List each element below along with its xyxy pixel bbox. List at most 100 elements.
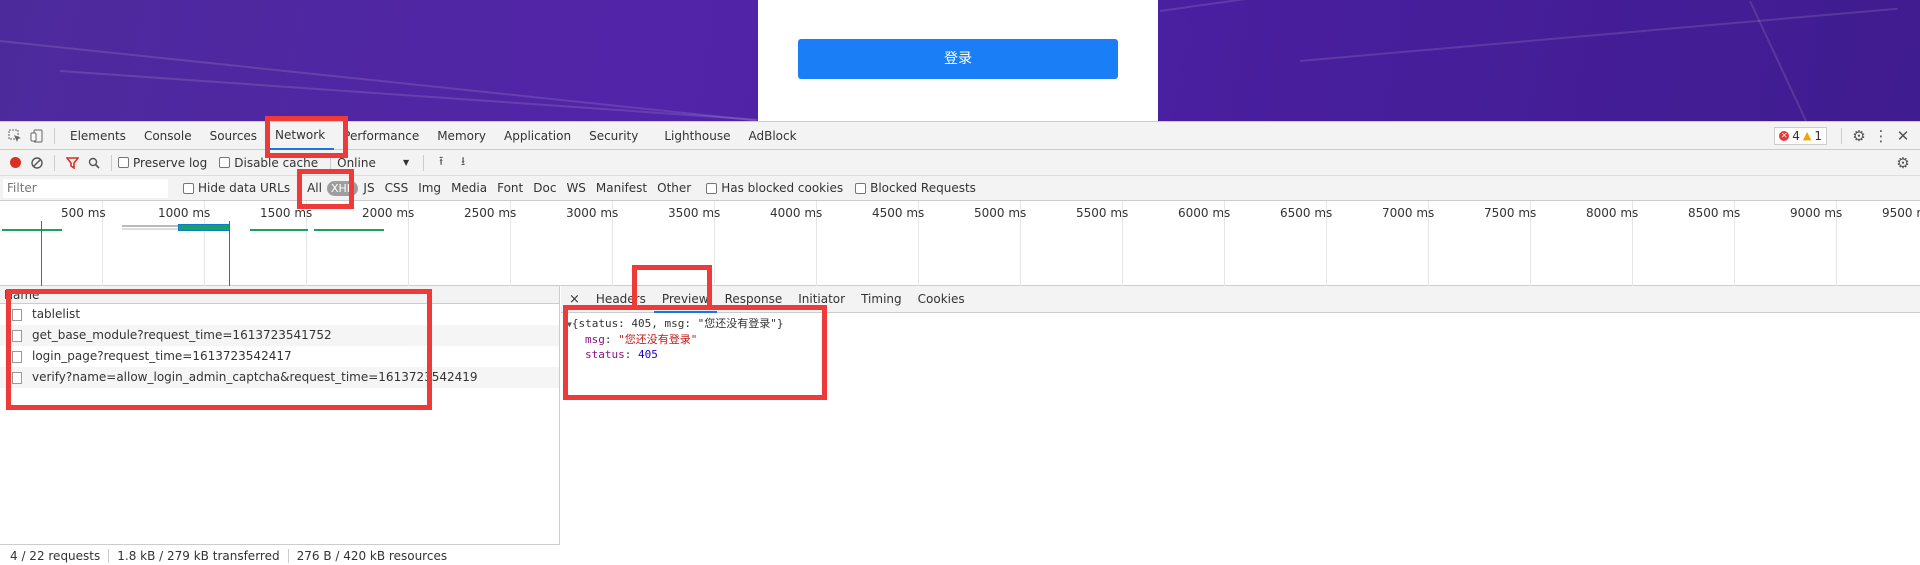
tab-response[interactable]: Response (717, 286, 791, 313)
toolbar-divider (54, 154, 55, 171)
timeline-tick-label: 4000 ms (770, 206, 823, 220)
blocked-requests-label: Blocked Requests (870, 181, 976, 195)
tab-security[interactable]: Security (580, 122, 647, 150)
settings-gear-icon[interactable]: ⚙ (1848, 125, 1870, 147)
filter-type-css[interactable]: CSS (380, 181, 414, 195)
status-divider (108, 548, 110, 563)
json-preview: ▼{status: 405, msg: "您还没有登录"} msg: "您还没有… (561, 313, 1920, 365)
filter-type-doc[interactable]: Doc (528, 181, 561, 195)
tab-elements[interactable]: Elements (61, 122, 135, 150)
filter-type-all[interactable]: All (302, 181, 327, 195)
throttling-value: Online (337, 155, 376, 170)
timeline-request-bar (314, 229, 384, 231)
network-status-bar: 4 / 22 requests 1.8 kB / 279 kB transfer… (0, 544, 560, 565)
request-name: get_base_module?request_time=16137235417… (32, 328, 332, 342)
blocked-requests-checkbox[interactable]: Blocked Requests (855, 181, 976, 195)
throttling-select[interactable]: Online ▼ (337, 156, 409, 170)
filter-type-ws[interactable]: WS (561, 181, 590, 195)
close-devtools-icon[interactable]: ✕ (1892, 125, 1914, 147)
timeline-tick-label: 4500 ms (872, 206, 925, 220)
record-icon[interactable] (4, 152, 26, 174)
network-filter-bar: Hide data URLs All XHR JS CSS Img Media … (0, 176, 1920, 201)
network-timeline-overview[interactable]: 500 ms 1000 ms 1500 ms 2000 ms 2500 ms 3… (0, 201, 1920, 286)
disable-cache-checkbox[interactable]: Disable cache (219, 156, 318, 170)
tab-application[interactable]: Application (495, 122, 580, 150)
has-blocked-cookies-checkbox[interactable]: Has blocked cookies (706, 181, 843, 195)
tab-headers[interactable]: Headers (588, 286, 654, 313)
tab-console[interactable]: Console (135, 122, 201, 150)
more-options-icon[interactable]: ⋮ (1870, 125, 1892, 147)
request-row[interactable]: tablelist (0, 304, 559, 325)
file-icon (12, 350, 22, 363)
filter-input[interactable] (3, 178, 168, 198)
filter-type-img[interactable]: Img (413, 181, 446, 195)
network-settings-gear-icon[interactable]: ⚙ (1892, 152, 1914, 174)
has-blocked-cookies-label: Has blocked cookies (721, 181, 844, 195)
hide-data-urls-label: Hide data URLs (198, 181, 291, 195)
timeline-request-bar (2, 229, 62, 231)
filter-type-font[interactable]: Font (492, 181, 528, 195)
json-number-value: 405 (638, 348, 658, 361)
error-icon: ✕ (1779, 130, 1790, 141)
preserve-log-label: Preserve log (133, 155, 208, 170)
search-icon[interactable] (83, 152, 105, 174)
filter-icon[interactable] (61, 152, 83, 174)
timeline-tick-label: 5500 ms (1076, 206, 1129, 220)
timeline-tick-label: 1500 ms (260, 206, 313, 220)
json-root-line[interactable]: ▼{status: 405, msg: "您还没有登录"} (567, 316, 1914, 332)
device-toolbar-icon[interactable] (26, 125, 48, 147)
devtools-tab-bar: Elements Console Sources Network Perform… (0, 122, 1920, 150)
network-toolbar: Preserve log Disable cache Online ▼ ⭱ ⭳ … (0, 150, 1920, 176)
tab-preview[interactable]: Preview (653, 286, 717, 313)
warning-count: 1 (1814, 128, 1822, 143)
timeline-tick-label: 8000 ms (1586, 206, 1639, 220)
request-row[interactable]: login_page?request_time=1613723542417 (0, 346, 559, 367)
preserve-log-checkbox[interactable]: Preserve log (118, 156, 207, 170)
name-column-header[interactable]: Name (0, 286, 559, 304)
export-har-icon[interactable]: ⭳ (452, 152, 474, 174)
request-name: verify?name=allow_login_admin_captcha&re… (32, 370, 478, 384)
request-row[interactable]: verify?name=allow_login_admin_captcha&re… (0, 367, 559, 388)
filter-type-js[interactable]: JS (358, 181, 379, 195)
clear-icon[interactable] (26, 152, 48, 174)
json-property: status: 405 (585, 348, 658, 361)
timeline-request-bar (122, 225, 178, 227)
error-count: 4 (1792, 128, 1800, 143)
timeline-tick-label: 9500 ms (1882, 206, 1920, 220)
timeline-tick-label: 7000 ms (1382, 206, 1435, 220)
filter-type-xhr[interactable]: XHR (326, 180, 359, 196)
tab-timing[interactable]: Timing (853, 286, 910, 313)
status-divider (287, 548, 289, 563)
tab-initiator[interactable]: Initiator (790, 286, 853, 313)
timeline-dom-content-loaded-marker (41, 221, 42, 286)
filter-type-other[interactable]: Other (652, 181, 696, 195)
tab-network[interactable]: Network (266, 122, 335, 150)
tab-adblock[interactable]: AdBlock (740, 122, 806, 150)
filter-type-media[interactable]: Media (446, 181, 492, 195)
import-har-icon[interactable]: ⭱ (430, 152, 452, 174)
warning-icon: ▲ (1802, 129, 1812, 142)
login-button[interactable]: 登录 (798, 39, 1118, 79)
disable-cache-label: Disable cache (234, 155, 319, 170)
transferred-size: 1.8 kB / 279 kB transferred (117, 548, 280, 563)
issues-counter[interactable]: ✕ 4 ▲ 1 (1774, 126, 1827, 145)
close-detail-icon[interactable]: × (561, 286, 588, 313)
hide-data-urls-checkbox[interactable]: Hide data URLs (183, 181, 290, 195)
tab-lighthouse[interactable]: Lighthouse (655, 122, 739, 150)
tab-performance[interactable]: Performance (334, 122, 428, 150)
timeline-tick-label: 500 ms (61, 206, 106, 220)
inspect-element-icon[interactable] (4, 125, 26, 147)
timeline-tick-label: 6500 ms (1280, 206, 1333, 220)
timeline-tick-label: 3500 ms (668, 206, 721, 220)
tab-sources[interactable]: Sources (201, 122, 266, 150)
request-row[interactable]: get_base_module?request_time=16137235417… (0, 325, 559, 346)
json-string-value: "您还没有登录" (618, 333, 698, 346)
timeline-tick-label: 3000 ms (566, 206, 619, 220)
devtools-panel: Elements Console Sources Network Perform… (0, 121, 1920, 565)
timeline-request-bar (250, 229, 308, 231)
filter-type-manifest[interactable]: Manifest (591, 181, 652, 195)
tab-cookies[interactable]: Cookies (910, 286, 973, 313)
json-key: status (585, 348, 625, 361)
timeline-tick-label: 9000 ms (1790, 206, 1843, 220)
tab-memory[interactable]: Memory (428, 122, 495, 150)
